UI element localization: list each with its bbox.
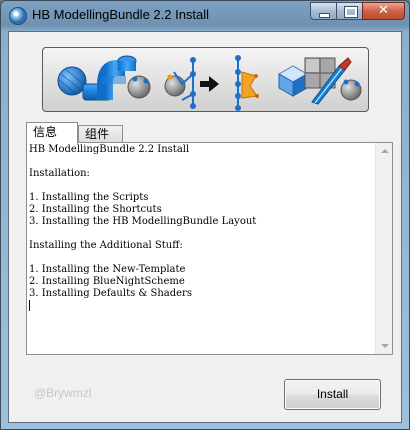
log-line: Installing the Additional Stuff: [29, 240, 183, 251]
watermark: @Brywmzl [34, 386, 92, 400]
install-log-textarea[interactable]: HB ModellingBundle 2.2 Install Installat… [29, 144, 374, 353]
log-line: 3. Installing the HB ModellingBundle Lay… [29, 216, 257, 227]
tab-components[interactable]: 组件 [78, 125, 123, 143]
text-caret [29, 300, 30, 311]
log-line: 3. Installing Defaults & Shaders [29, 288, 192, 299]
log-line: 2. Installing BlueNightScheme [29, 276, 185, 287]
cube-knife-icon [277, 57, 362, 105]
header-banner [42, 47, 369, 112]
close-icon: ✕ [378, 3, 389, 18]
close-button[interactable]: ✕ [362, 2, 405, 20]
app-icon [9, 7, 27, 25]
installer-window: HB ModellingBundle 2.2 Install ✕ 信息 组件 H… [0, 0, 410, 430]
scroll-up-icon[interactable] [381, 149, 389, 153]
vertex-arrow-icon [164, 55, 259, 111]
sphere-pipe-icon [57, 55, 151, 101]
title-bar[interactable]: HB ModellingBundle 2.2 Install ✕ [1, 1, 409, 31]
vertical-scrollbar[interactable] [375, 143, 392, 354]
scroll-down-icon[interactable] [381, 344, 389, 348]
log-line: 1. Installing the Scripts [29, 192, 149, 203]
log-line: 2. Installing the Shortcuts [29, 204, 162, 215]
log-line: 1. Installing the New-Template [29, 264, 186, 275]
tab-info[interactable]: 信息 [26, 122, 78, 144]
maximize-button[interactable] [336, 2, 363, 20]
install-button[interactable]: Install [284, 379, 381, 410]
log-line: HB ModellingBundle 2.2 Install [29, 144, 190, 155]
log-line: Installation: [29, 168, 90, 179]
tab-panel: HB ModellingBundle 2.2 Install Installat… [26, 142, 393, 355]
client-area: 信息 组件 HB ModellingBundle 2.2 Install Ins… [8, 31, 402, 423]
window-title: HB ModellingBundle 2.2 Install [32, 7, 210, 22]
minimize-button[interactable] [310, 2, 337, 20]
text-caret-line [29, 300, 374, 312]
